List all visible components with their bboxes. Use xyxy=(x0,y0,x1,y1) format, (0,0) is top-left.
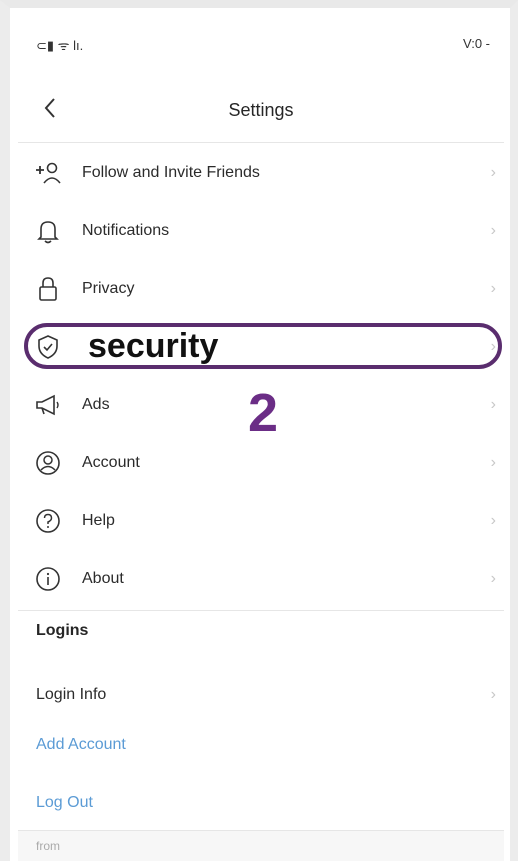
footer-area xyxy=(18,831,504,861)
lock-icon xyxy=(34,275,62,303)
menu-item-account[interactable]: Account › xyxy=(18,434,504,492)
menu-item-notifications[interactable]: Notifications › xyxy=(18,202,504,260)
chevron-right-icon: › xyxy=(490,396,496,413)
section-divider xyxy=(18,610,504,611)
chevron-right-icon: › xyxy=(490,222,496,239)
chevron-right-icon: › xyxy=(490,512,496,529)
chevron-right-icon: › xyxy=(490,164,496,181)
help-icon xyxy=(34,507,62,535)
settings-screen: ⊂▮ ᯤ lı. V:0 - Settings Follow and Invit… xyxy=(18,18,504,861)
from-label: from xyxy=(36,839,60,853)
menu-item-label: Notifications xyxy=(82,222,170,239)
menu-item-label: About xyxy=(82,570,124,587)
status-icons: ⊂▮ ᯤ lı. xyxy=(36,38,84,53)
navigation-bar: Settings xyxy=(18,78,504,143)
bell-icon xyxy=(34,217,62,245)
menu-item-label: Privacy xyxy=(82,280,135,297)
menu-item-label: Help xyxy=(82,512,115,529)
info-icon xyxy=(34,565,62,593)
security-label: security xyxy=(88,327,219,365)
page-title: Settings xyxy=(228,100,294,120)
add-account-link[interactable]: Add Account xyxy=(36,736,126,754)
log-out-link[interactable]: Log Out xyxy=(36,794,93,812)
chevron-right-icon: › xyxy=(490,454,496,471)
menu-item-help[interactable]: Help › xyxy=(18,492,504,550)
chevron-right-icon: › xyxy=(490,280,496,297)
add-person-icon xyxy=(34,159,62,187)
footer-divider xyxy=(18,830,504,831)
chevron-right-icon: › xyxy=(490,686,496,703)
menu-item-label: Follow and Invite Friends xyxy=(82,164,260,181)
chevron-right-icon: › xyxy=(490,338,496,355)
menu-item-label: Account xyxy=(82,454,140,471)
menu-item-ads[interactable]: Ads › xyxy=(18,376,504,434)
status-time: V:0 - xyxy=(463,36,490,51)
menu-item-label: Login Info xyxy=(36,686,107,703)
chevron-right-icon: › xyxy=(490,570,496,587)
shield-icon xyxy=(34,333,62,361)
status-bar: ⊂▮ ᯤ lı. V:0 - xyxy=(18,18,504,68)
menu-item-label: Ads xyxy=(82,396,110,413)
menu-item-about[interactable]: About › xyxy=(18,550,504,608)
menu-item-privacy[interactable]: Privacy › xyxy=(18,260,504,318)
menu-item-login-info[interactable]: Login Info › xyxy=(18,666,504,724)
account-icon xyxy=(34,449,62,477)
logins-section-header: Logins xyxy=(36,622,89,639)
megaphone-icon xyxy=(34,391,62,419)
menu-item-follow-invite[interactable]: Follow and Invite Friends › xyxy=(18,144,504,202)
